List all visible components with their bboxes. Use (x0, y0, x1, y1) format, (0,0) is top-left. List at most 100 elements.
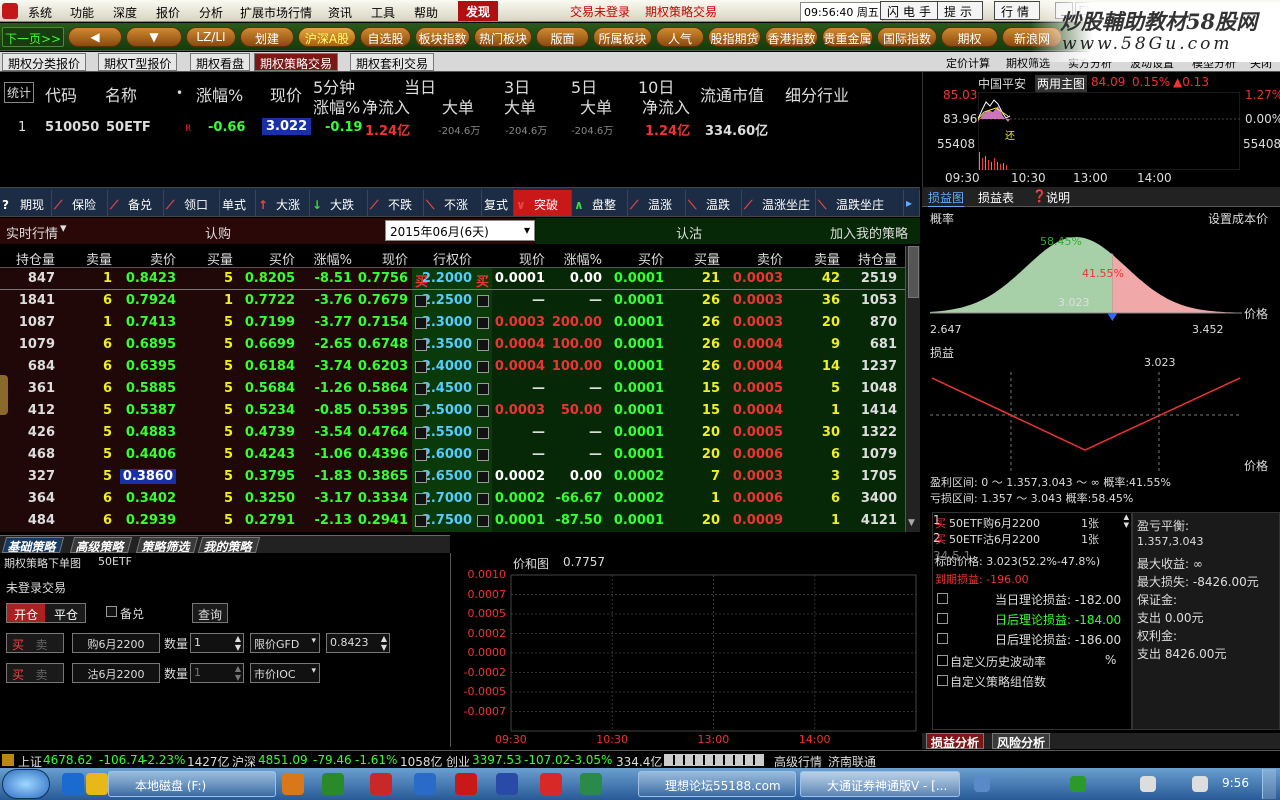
chain-col-9[interactable]: 涨幅% (564, 249, 602, 268)
call-select-checkbox[interactable] (415, 383, 427, 395)
leg1-sell[interactable]: 卖 (35, 638, 47, 652)
leg1-price-stepper[interactable]: 0.8423 ▲ ▼ (326, 633, 390, 653)
leg2-contract[interactable]: 沽6月2200 (72, 663, 160, 683)
chain-row[interactable]: 327 5 0.3860 5 0.3795 -1.83 0.3865 2.6500 0.0002… (0, 466, 905, 488)
leg1-buy[interactable]: 买 (12, 638, 24, 652)
option-tab-0[interactable]: 期权分类报价 (2, 53, 87, 71)
toolbar-item-4[interactable]: 划建 (240, 27, 294, 47)
toolbar-item-16[interactable]: 期权 (941, 27, 998, 47)
chevron-right-icon[interactable]: ▸ (904, 190, 920, 216)
leg1-direction[interactable]: 买 卖 (6, 633, 64, 653)
chain-col-3[interactable]: 买量 (207, 249, 233, 268)
toolbar-item-2[interactable]: ▼ (126, 27, 182, 47)
chain-col-4[interactable]: 买价 (269, 249, 295, 268)
probability-chart[interactable]: 概率 设置成本价 58.45% 41.55% 3.023 2.647 3.452… (922, 207, 1280, 342)
option-tab-1[interactable]: 期权T型报价 (98, 53, 178, 71)
strategy-3[interactable]: ⟋ 领口 (164, 190, 220, 216)
put-select-checkbox[interactable] (477, 515, 489, 527)
toolbar-item-5[interactable]: 沪深A股 (298, 27, 356, 47)
discover-button[interactable]: 发现 (458, 1, 498, 21)
chain-row[interactable]: 364 6 0.3402 5 0.3250 -3.17 0.3334 2.7000 0.0002… (0, 488, 905, 510)
put-select-checkbox[interactable] (477, 383, 489, 395)
col-industry[interactable]: 细分行业 (785, 82, 849, 106)
side-expand-handle[interactable] (0, 375, 8, 415)
strategy-4[interactable]: 单式 (220, 190, 256, 216)
put-select-checkbox[interactable] (477, 471, 489, 483)
col-name[interactable]: 名称 (105, 82, 137, 106)
put-select-checkbox[interactable] (477, 427, 489, 439)
toolbar-item-14[interactable]: 贵重金属 (822, 27, 873, 47)
call-select-checkbox[interactable] (415, 493, 427, 505)
today-theory-checkbox[interactable] (937, 593, 948, 604)
strategy-15[interactable]: ⟍ 温跌坐庄 (816, 190, 904, 216)
mini-intraday-chart[interactable]: 中国平安 两用主图 84.09 0.15% ▲0.13 85.03 83.96 … (922, 72, 1280, 187)
excel-icon[interactable] (580, 773, 602, 795)
leg2-sell[interactable]: 卖 (35, 668, 47, 682)
word-icon[interactable] (414, 773, 436, 795)
spread-price-chart[interactable]: 价和图 0.7757 0.0010 0.0007 0.0005 0.0002 0.000… (450, 553, 920, 747)
strategy-2[interactable]: ⟋ 备兑 (108, 190, 164, 216)
option-tab-2[interactable]: 期权看盘 (190, 53, 251, 71)
put-select-checkbox[interactable] (477, 449, 489, 461)
call-select-checkbox[interactable] (415, 295, 427, 307)
col-10d-bottom[interactable]: 净流入 (642, 94, 690, 118)
strategy-7[interactable]: ⟋ 不跌 (368, 190, 424, 216)
quote-row[interactable]: 1 510050 50ETF R -0.66 3.022 -0.19 1.24亿… (0, 118, 920, 139)
toolbar-item-0[interactable]: 下一页>> (2, 27, 64, 47)
chain-row[interactable]: 1079 6 0.6895 5 0.6699 -2.65 0.6748 2.3500 0.000… (0, 334, 905, 356)
strategy-14[interactable]: ⟋ 温涨坐庄 (742, 190, 816, 216)
leg2-order-type[interactable]: 市价IOC ▾ (250, 663, 320, 683)
toolbar-item-7[interactable]: 板块指数 (415, 27, 470, 47)
chain-scrollbar[interactable]: ▼ (905, 246, 920, 532)
call-select-checkbox[interactable] (415, 449, 427, 461)
task-local-disk[interactable]: 本地磁盘 (F:) (108, 771, 276, 797)
stepper-arrows-icon[interactable]: ▲ ▼ (235, 634, 241, 652)
menu-quote[interactable]: 报价 (156, 4, 180, 21)
menu-extended-market[interactable]: 扩展市场行情 (240, 4, 312, 21)
chain-col-7[interactable]: 行权价 (433, 249, 472, 268)
strategy-tab-3[interactable]: 我的策略 (197, 537, 261, 554)
strategy-6[interactable]: ↓ 大跌 (310, 190, 368, 216)
put-select-checkbox[interactable] (477, 339, 489, 351)
open-close-toggle[interactable]: 开仓 平仓 (6, 603, 86, 623)
ie-icon[interactable] (62, 773, 84, 795)
status-flag-icon[interactable] (2, 754, 14, 766)
tab-pnl-chart[interactable]: 损益图 (928, 189, 965, 207)
toolbar-item-9[interactable]: 版面 (536, 27, 589, 47)
toolbar-item-1[interactable]: ◀ (68, 27, 122, 47)
add-to-my-strategy-button[interactable]: 加入我的策略 (830, 223, 908, 242)
start-button[interactable] (2, 769, 50, 799)
call-select-checkbox[interactable] (415, 427, 427, 439)
lightning-button[interactable]: 闪电手 (880, 1, 943, 20)
call-select-checkbox[interactable] (415, 515, 427, 527)
strategy-1[interactable]: ⟋ 保险 (52, 190, 108, 216)
chain-col-8[interactable]: 现价 (519, 249, 545, 268)
col-mktcap[interactable]: 流通市值 (700, 82, 764, 106)
put-select-checkbox[interactable] (477, 361, 489, 373)
menu-function[interactable]: 功能 (70, 4, 94, 21)
put-select-checkbox[interactable] (477, 295, 489, 307)
col-today-bottom[interactable]: 净流入 (362, 94, 410, 118)
chain-col-10[interactable]: 买价 (638, 249, 664, 268)
toolbar-item-10[interactable]: 所属板块 (593, 27, 652, 47)
stepper-arrows-icon[interactable]: ▲ ▼ (381, 634, 387, 652)
open-button[interactable]: 开仓 (7, 604, 45, 622)
col-change[interactable]: 涨幅% (196, 82, 243, 106)
app-green-icon[interactable] (322, 773, 344, 795)
toolbar-item-8[interactable]: 热门板块 (474, 27, 532, 47)
toolbar-item-3[interactable]: LZ/LI (186, 27, 236, 47)
chain-col-1[interactable]: 卖量 (86, 249, 112, 268)
day1-checkbox[interactable] (937, 613, 948, 624)
strategy-12[interactable]: ⟋ 温涨 (628, 190, 686, 216)
strategy-5[interactable]: ↑ 大涨 (256, 190, 310, 216)
tab-pnl-analysis[interactable]: 损益分析 (926, 733, 985, 750)
help-icon[interactable]: ❓ (1032, 189, 1047, 203)
call-select-checkbox[interactable] (415, 317, 427, 329)
leg1-qty-stepper[interactable]: 1 ▲ ▼ (190, 633, 244, 653)
leg1-contract[interactable]: 购6月2200 (72, 633, 160, 653)
chain-col-5[interactable]: 涨幅% (314, 249, 352, 268)
call-select-checkbox[interactable] (415, 339, 427, 351)
menu-depth[interactable]: 深度 (113, 4, 137, 21)
chevron-down-icon[interactable]: ▾ (60, 221, 67, 236)
expiry-select[interactable]: 2015年06月(6天) ▾ (385, 220, 535, 241)
